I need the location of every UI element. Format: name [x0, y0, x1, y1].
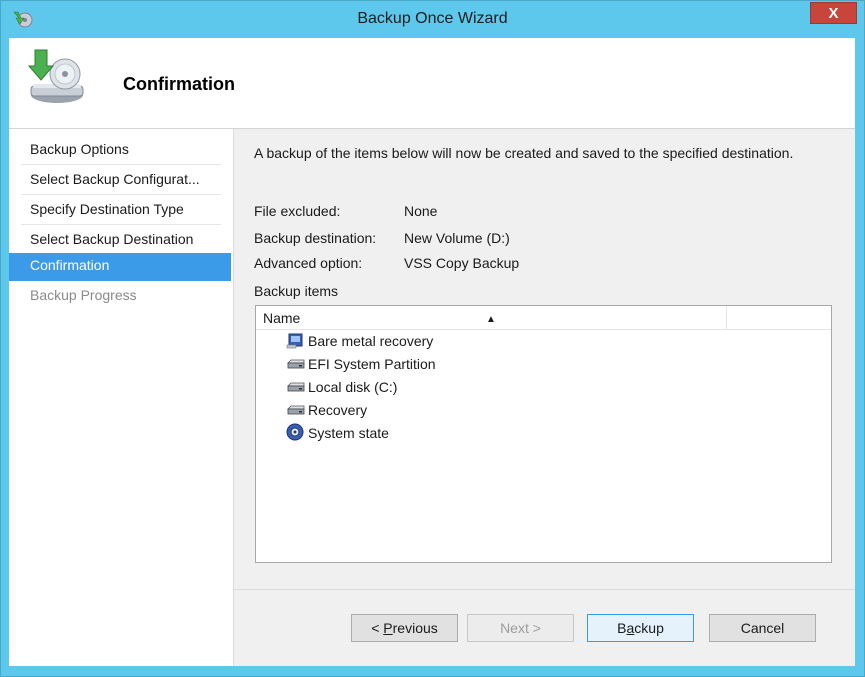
- list-header: Name ▲: [256, 306, 831, 330]
- previous-button[interactable]: < Previous: [351, 614, 458, 642]
- backup-label-rest: ckup: [634, 620, 664, 636]
- system-state-icon: [286, 423, 307, 441]
- backup-items-list[interactable]: Name ▲ Bare metal recovery EFI System Pa…: [255, 305, 832, 563]
- list-item-label: Local disk (C:): [308, 379, 398, 395]
- window-title: Backup Once Wizard: [357, 10, 508, 27]
- detail-value: None: [404, 203, 438, 219]
- cancel-label: Cancel: [740, 620, 785, 636]
- list-item-label: System state: [308, 425, 389, 441]
- column-header-name[interactable]: Name ▲: [256, 306, 727, 329]
- next-button[interactable]: Next >: [467, 614, 574, 642]
- nav-step-backup-progress: Backup Progress: [30, 287, 137, 303]
- list-item-label: EFI System Partition: [308, 356, 436, 372]
- bare-metal-recovery-icon: [286, 333, 307, 349]
- previous-label-prefix: <: [371, 620, 384, 636]
- list-item[interactable]: System state: [286, 422, 389, 444]
- footer-divider: [234, 589, 855, 590]
- detail-key: File excluded:: [254, 203, 341, 219]
- page-title: Confirmation: [123, 74, 235, 94]
- nav-step-select-backup-configuration[interactable]: Select Backup Configurat...: [21, 167, 221, 195]
- list-item-label: Recovery: [308, 402, 368, 418]
- detail-value: New Volume (D:): [404, 230, 510, 246]
- drive-icon: [286, 379, 307, 395]
- detail-key: Advanced option:: [254, 255, 363, 271]
- nav-step-confirmation[interactable]: Confirmation: [9, 253, 231, 281]
- wizard-window: Backup Once Wizard X Confirmation Backup: [0, 0, 865, 677]
- close-button[interactable]: X: [810, 2, 857, 24]
- backup-button[interactable]: Backup: [587, 614, 694, 642]
- nav-step-specify-destination-type[interactable]: Specify Destination Type: [21, 197, 221, 225]
- list-item[interactable]: Local disk (C:): [286, 376, 397, 398]
- backup-items-label: Backup items: [254, 283, 339, 299]
- title-bar[interactable]: Backup Once Wizard X: [1, 1, 864, 37]
- nav-step-backup-options[interactable]: Backup Options: [21, 137, 221, 165]
- column-header-label: Name: [263, 310, 301, 326]
- close-icon: X: [828, 5, 839, 22]
- next-label: Next >: [500, 620, 541, 636]
- nav-step-select-backup-destination[interactable]: Select Backup Destination: [21, 227, 221, 255]
- drive-icon: [286, 356, 307, 372]
- wizard-step-list: Backup Options Select Backup Configurat.…: [9, 129, 234, 666]
- client-area: Confirmation Backup Options Select Backu…: [9, 38, 855, 666]
- detail-value: VSS Copy Backup: [404, 255, 520, 271]
- previous-label-accel: P: [383, 620, 393, 636]
- list-item-label: Bare metal recovery: [308, 333, 434, 349]
- drive-icon: [286, 402, 307, 418]
- list-item[interactable]: Recovery: [286, 399, 367, 421]
- list-item[interactable]: Bare metal recovery: [286, 330, 433, 352]
- confirmation-description: A backup of the items below will now be …: [254, 145, 794, 161]
- detail-key: Backup destination:: [254, 230, 377, 246]
- cancel-button[interactable]: Cancel: [709, 614, 816, 642]
- confirmation-panel: A backup of the items below will now be …: [234, 129, 855, 666]
- list-item[interactable]: EFI System Partition: [286, 353, 436, 375]
- previous-label-rest: revious: [392, 620, 438, 636]
- sort-ascending-icon: ▲: [486, 314, 496, 325]
- wizard-header: Confirmation: [9, 38, 855, 129]
- backup-drive-icon: [21, 48, 87, 108]
